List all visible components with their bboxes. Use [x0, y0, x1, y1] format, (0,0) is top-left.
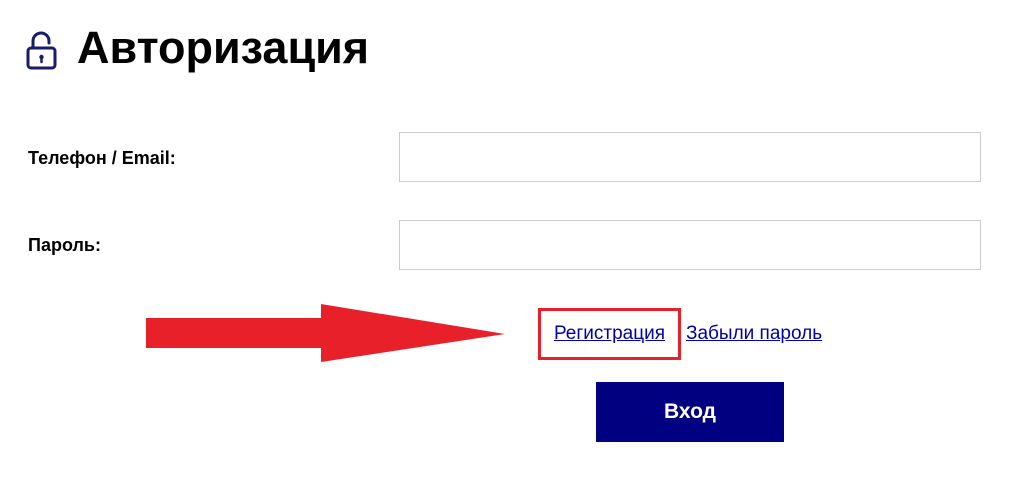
- lock-open-icon: [26, 31, 57, 70]
- page-title: Авторизация: [77, 22, 370, 73]
- login-input[interactable]: [399, 132, 981, 182]
- login-button[interactable]: Вход: [596, 382, 784, 442]
- password-label: Пароль:: [28, 235, 101, 255]
- password-input[interactable]: [399, 220, 981, 270]
- login-label: Телефон / Email:: [28, 148, 176, 168]
- links-row: Регистрация Забыли пароль: [538, 308, 822, 360]
- red-arrow-annotation: [146, 304, 505, 362]
- forgot-password-link[interactable]: Забыли пароль: [686, 323, 822, 345]
- register-highlight-box: Регистрация: [538, 308, 681, 360]
- register-link[interactable]: Регистрация: [554, 323, 665, 345]
